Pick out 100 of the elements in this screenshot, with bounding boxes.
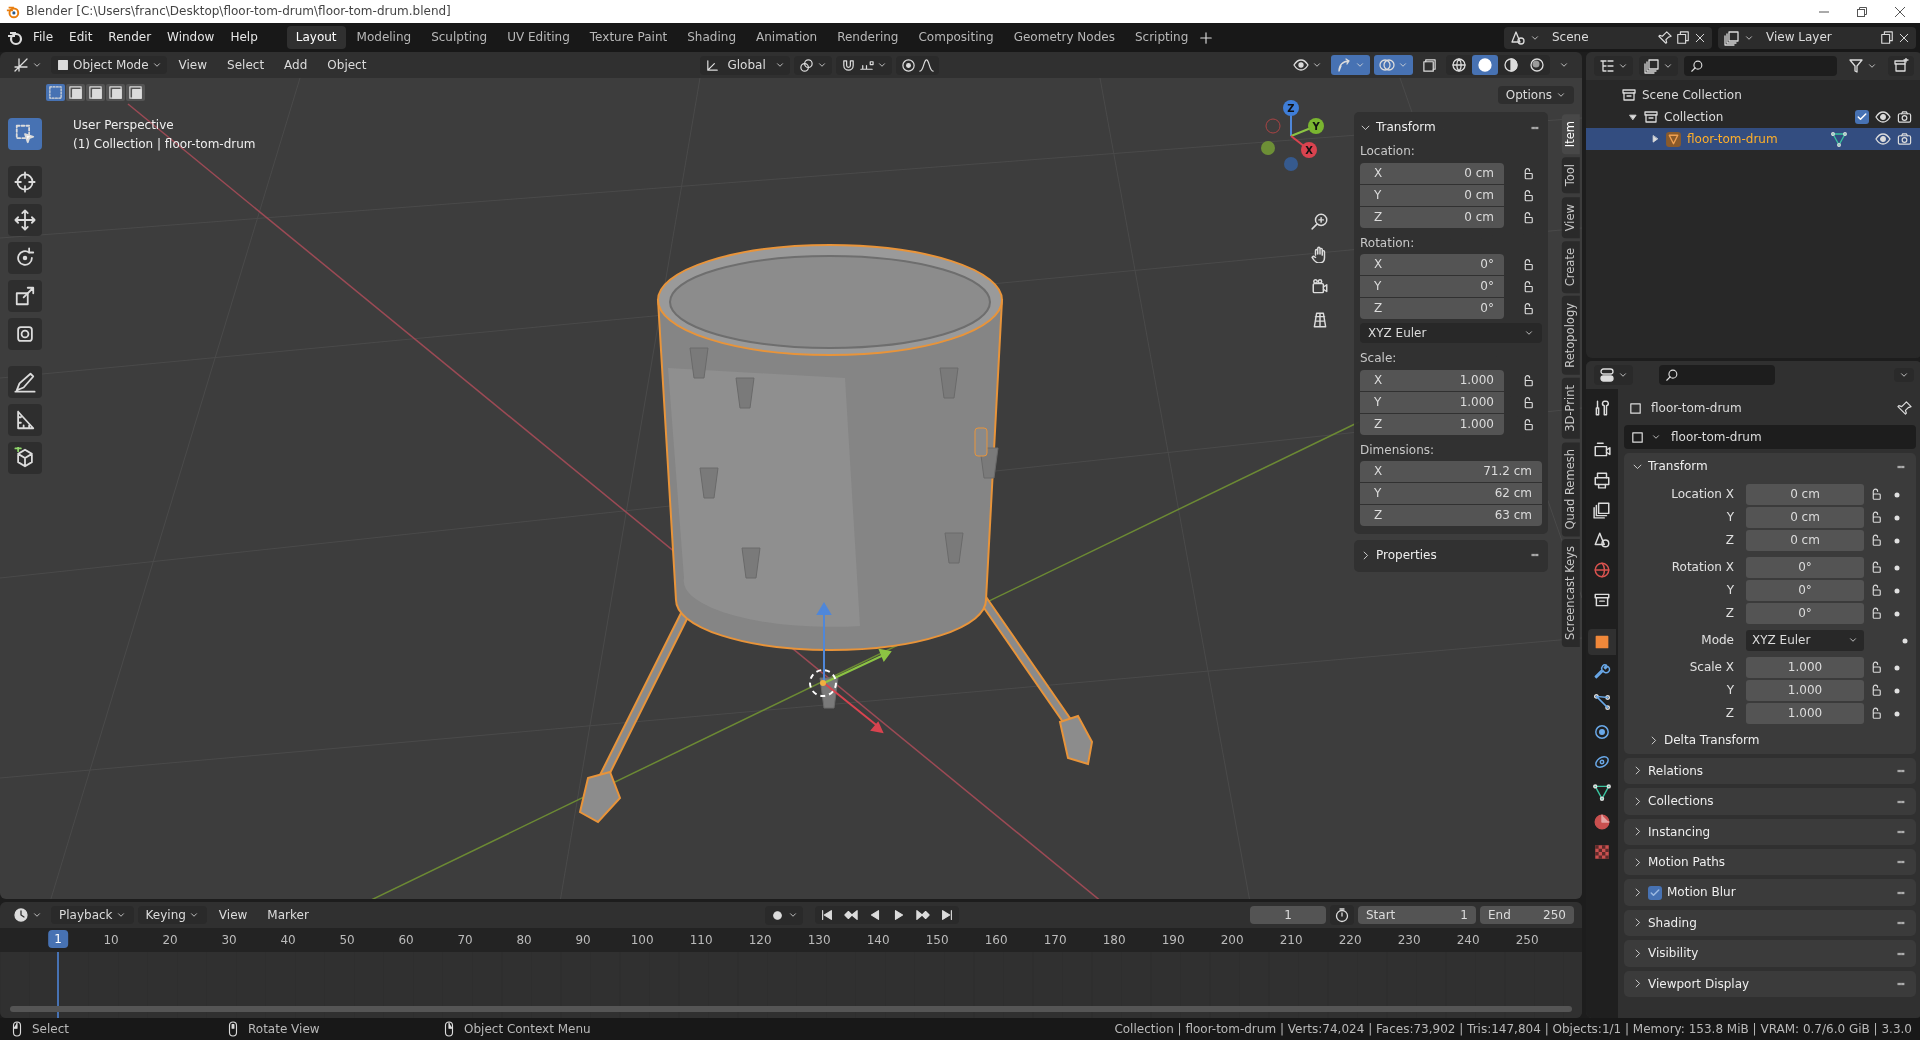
scene-statistics: Collection | floor-tom-drum | Verts:74,024 | Faces:73,902 | Tris:147,804 | Objects:1/1 | Memory: 153.8 MiB | VRAM: 0.7/6.0 GiB | 3.3.0 xyxy=(1114,1021,1912,1037)
property-label: Z xyxy=(1724,706,1735,721)
sidebar-tab[interactable]: Retopology xyxy=(1562,296,1580,375)
current-frame-field[interactable]: 1 xyxy=(1250,905,1326,925)
menu-item[interactable]: Render xyxy=(101,27,159,48)
workspace-tab[interactable]: Shading xyxy=(678,26,745,49)
outliner-row[interactable]: Collection xyxy=(1586,106,1920,128)
workspace-tab[interactable]: UV Editing xyxy=(498,26,579,49)
status-hint: Object Context Menu xyxy=(464,1021,591,1037)
number-field[interactable]: Y 0 cm xyxy=(1360,184,1504,206)
outliner-item-label[interactable]: Collection xyxy=(1664,109,1724,125)
panel-header[interactable]: Instancing xyxy=(1632,822,1908,841)
workspace-tab[interactable]: Animation xyxy=(747,26,827,49)
frame-number: 60 xyxy=(398,933,414,948)
panel-header[interactable]: Transform xyxy=(1632,457,1908,476)
outliner-item-label[interactable]: Scene Collection xyxy=(1642,87,1742,103)
start-frame-field[interactable]: Start 1 xyxy=(1358,905,1476,925)
axis-label: Y xyxy=(1312,121,1320,132)
mode-dropdown[interactable]: Object Mode xyxy=(51,55,167,75)
panel-header[interactable]: Collections xyxy=(1632,792,1908,811)
number-field[interactable]: 0 cm xyxy=(1746,529,1864,551)
panel-header[interactable]: Viewport Display xyxy=(1632,974,1908,993)
number-field[interactable]: 1.000 xyxy=(1746,679,1864,701)
number-field[interactable]: 1.000 xyxy=(1746,702,1864,724)
subpanel-header[interactable]: Delta Transform xyxy=(1632,729,1760,750)
sidebar-tab[interactable]: Tool xyxy=(1562,157,1580,194)
sidebar-tab[interactable]: 3D-Print xyxy=(1562,377,1580,439)
rotation-mode-dropdown[interactable]: XYZ Euler xyxy=(1746,629,1864,651)
panel-header[interactable]: Motion Blur xyxy=(1632,883,1908,902)
number-field[interactable]: 0 cm xyxy=(1746,506,1864,528)
number-field[interactable]: X 0 cm xyxy=(1360,162,1504,184)
number-field[interactable]: 0° xyxy=(1746,602,1864,624)
workspace-tab[interactable]: Scripting xyxy=(1125,26,1198,49)
sidebar-tab[interactable]: Screencast Keys xyxy=(1562,539,1580,647)
frame-number: 250 xyxy=(1515,933,1539,948)
number-field[interactable]: Z 0° xyxy=(1360,298,1504,320)
sidebar-tab[interactable]: Item xyxy=(1562,114,1580,155)
property-label: Mode xyxy=(1700,633,1735,648)
frame-number: 240 xyxy=(1456,933,1480,948)
menu-item[interactable]: File xyxy=(26,27,61,48)
outliner-row[interactable]: Scene Collection xyxy=(1586,84,1920,106)
panel-header[interactable]: Motion Paths xyxy=(1632,852,1908,872)
frame-number: 40 xyxy=(280,933,296,948)
workspace-tab[interactable]: Geometry Nodes xyxy=(1004,26,1124,49)
menu-item[interactable]: View xyxy=(210,905,256,925)
menu-item[interactable]: Object xyxy=(319,55,375,75)
sidebar-tab[interactable]: View xyxy=(1562,196,1580,238)
workspace-tab[interactable]: Rendering xyxy=(828,26,908,49)
rotation-mode-dropdown[interactable]: XYZ Euler xyxy=(1360,323,1542,344)
number-field[interactable]: X 0° xyxy=(1360,254,1504,276)
group-label: Rotation: xyxy=(1360,235,1416,251)
number-field[interactable]: 0° xyxy=(1746,579,1864,601)
object-name-field[interactable]: floor-tom-drum xyxy=(1624,425,1916,449)
end-frame-field[interactable]: End 250 xyxy=(1480,905,1574,925)
menu-item[interactable]: Add xyxy=(276,55,316,75)
window-title: Blender [C:\Users\franc\Desktop\floor-tom-drum\floor-tom-drum.blend] xyxy=(26,4,451,19)
sidebar-tab[interactable]: Quad Remesh xyxy=(1562,441,1580,537)
number-field[interactable]: 0 cm xyxy=(1746,483,1864,505)
panel-header[interactable]: Visibility xyxy=(1632,944,1908,963)
orientation-dropdown[interactable]: Global xyxy=(700,55,790,75)
view-layer-selector[interactable]: View Layer xyxy=(1718,26,1916,49)
sidebar-tab[interactable]: Create xyxy=(1562,240,1580,294)
number-field[interactable]: Z 0 cm xyxy=(1360,206,1504,228)
menu-item[interactable]: Edit xyxy=(62,27,100,48)
menu-item[interactable]: Window xyxy=(160,27,222,48)
frame-number: 120 xyxy=(748,933,772,948)
panel-header[interactable]: Properties xyxy=(1360,545,1542,565)
group-label: Location: xyxy=(1360,144,1416,159)
number-field[interactable]: Y 0° xyxy=(1360,276,1504,298)
menu-item[interactable]: Select xyxy=(219,55,273,75)
number-field[interactable]: 1.000 xyxy=(1746,656,1864,678)
number-field[interactable]: 0° xyxy=(1746,556,1864,578)
workspace-tab[interactable]: Texture Paint xyxy=(580,26,677,49)
number-field[interactable]: Y 62 cm xyxy=(1360,482,1542,504)
workspace-tab[interactable]: Layout xyxy=(286,26,346,49)
panel-header[interactable]: Shading xyxy=(1632,913,1908,933)
scene-selector[interactable]: Scene xyxy=(1504,26,1712,49)
number-field[interactable]: X 71.2 cm xyxy=(1360,460,1542,482)
menu-item[interactable]: Keying xyxy=(137,905,207,925)
outliner-row[interactable]: floor-tom-drum xyxy=(1586,128,1920,150)
axis-label: Z xyxy=(1287,103,1295,114)
outliner-item-label[interactable]: floor-tom-drum xyxy=(1687,131,1778,147)
frame-number: 220 xyxy=(1338,933,1362,948)
playhead-frame[interactable]: 1 xyxy=(48,930,68,949)
number-field[interactable]: Y 1.000 xyxy=(1360,391,1504,413)
panel-header[interactable]: Transform xyxy=(1360,118,1542,137)
number-field[interactable]: Z 1.000 xyxy=(1360,413,1504,435)
number-field[interactable]: Z 63 cm xyxy=(1360,504,1542,526)
menu-item[interactable]: Marker xyxy=(259,905,317,925)
workspace-tab[interactable]: Compositing xyxy=(909,26,1003,49)
options-dropdown[interactable]: Options xyxy=(1497,86,1574,105)
menu-item[interactable]: Playback xyxy=(51,905,134,925)
menu-item[interactable]: Help xyxy=(223,27,265,48)
number-field[interactable]: X 1.000 xyxy=(1360,369,1504,391)
workspace-tab[interactable]: Sculpting xyxy=(422,26,497,49)
panel-header[interactable]: Relations xyxy=(1632,761,1908,781)
workspace-tab[interactable]: Modeling xyxy=(347,26,421,49)
frame-number: 200 xyxy=(1220,933,1244,948)
menu-item[interactable]: View xyxy=(170,55,216,75)
frame-number: 80 xyxy=(516,933,532,948)
